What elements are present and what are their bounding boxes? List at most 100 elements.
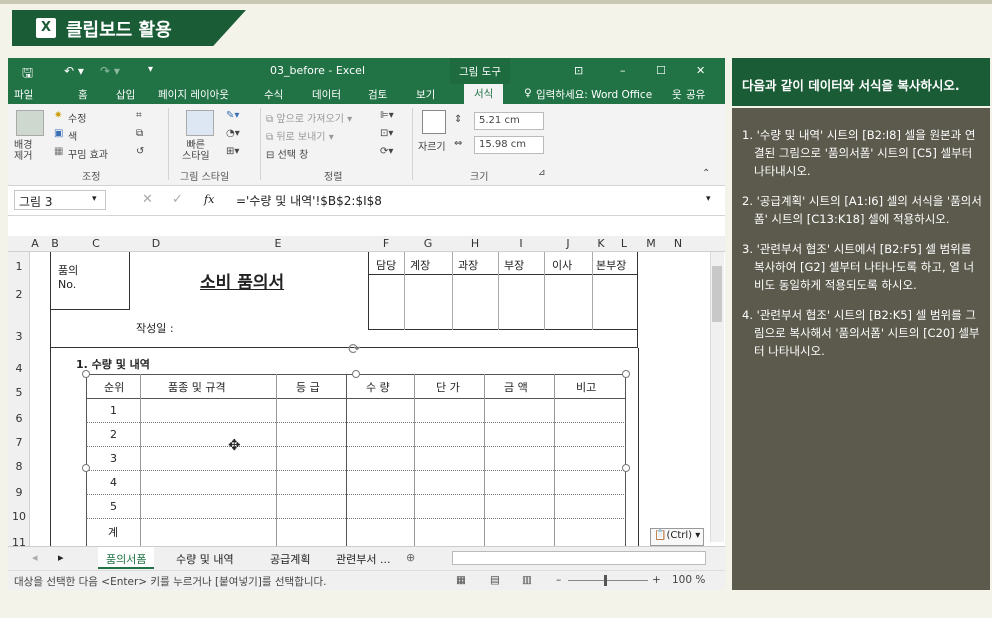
tab-format[interactable]: 서식 (464, 84, 504, 104)
corrections-button[interactable]: 수정 (68, 110, 86, 125)
bring-forward-button[interactable]: ⧉ 앞으로 가져오기 ▾ (266, 110, 352, 125)
minimize-button[interactable]: – (620, 64, 626, 77)
expand-formula-icon[interactable]: ▾ (706, 194, 711, 204)
row-header-5[interactable]: 5 (8, 386, 30, 399)
zoom-slider[interactable] (568, 580, 648, 581)
resize-handle-ml[interactable] (82, 464, 90, 472)
linked-picture[interactable] (86, 374, 626, 552)
sheet-tab-quantity[interactable]: 수량 및 내역 (176, 551, 234, 567)
height-input[interactable]: 5.21 cm (474, 112, 544, 130)
row-header-3[interactable]: 3 (8, 330, 30, 343)
collapse-ribbon-icon[interactable]: ⌃ (702, 168, 710, 179)
qat-customize-icon[interactable]: ▾ (148, 64, 153, 75)
vertical-scroll-thumb[interactable] (712, 266, 722, 322)
resize-handle-tr[interactable] (622, 370, 630, 378)
prev-sheet-icon[interactable]: ◂ (32, 551, 38, 564)
tab-data[interactable]: 데이터 (312, 87, 341, 102)
share-button[interactable]: 공유 (686, 87, 705, 102)
align-icon[interactable]: ⊫▾ (380, 110, 394, 121)
tab-page-layout[interactable]: 페이지 레이아웃 (158, 87, 229, 102)
tab-view[interactable]: 보기 (416, 87, 435, 102)
compress-icon[interactable]: ⌗ (136, 110, 142, 121)
row-header-4[interactable]: 4 (8, 362, 30, 375)
tell-me-box[interactable]: 입력하세요: Word Office (536, 87, 652, 102)
zoom-slider-thumb[interactable] (604, 575, 607, 586)
col-header-a[interactable]: A (30, 237, 40, 250)
col-header-e[interactable]: E (188, 237, 368, 250)
page-layout-view-icon[interactable]: ▤ (490, 574, 500, 586)
sheet-tab-supply[interactable]: 공급계획 (270, 551, 310, 567)
tab-insert[interactable]: 삽입 (116, 87, 135, 102)
row-header-7[interactable]: 7 (8, 436, 30, 449)
row-header-6[interactable]: 6 (8, 412, 30, 425)
add-sheet-icon[interactable]: ⊕ (406, 551, 415, 564)
tab-home[interactable]: 홈 (78, 87, 88, 102)
formula-input[interactable]: ='수량 및 내역'!$B$2:$I$8 (236, 192, 382, 209)
name-box-dropdown-icon[interactable]: ▾ (92, 194, 97, 204)
insert-function-icon[interactable]: fx (204, 193, 214, 206)
reset-picture-icon[interactable]: ↺ (136, 146, 144, 157)
undo-icon[interactable]: ↶ ▾ (64, 64, 84, 78)
enter-icon[interactable]: ✓ (172, 192, 183, 207)
row-header-9[interactable]: 9 (8, 486, 30, 499)
share-icon[interactable]: 웃 (672, 87, 682, 102)
col-header-n[interactable]: N (664, 237, 692, 250)
col-header-g[interactable]: G (404, 237, 452, 250)
normal-view-icon[interactable]: ▦ (456, 574, 466, 586)
resize-handle-mr[interactable] (622, 464, 630, 472)
sheet-area[interactable]: 품의 No. 소비 품의서 작성일 : 담당 계장 과장 부장 이사 본부장 1… (30, 252, 725, 552)
row-header-2[interactable]: 2 (8, 288, 30, 301)
sheet-tab-related[interactable]: 관련부서 ... (336, 551, 390, 567)
col-header-b[interactable]: B (42, 237, 68, 250)
page-break-view-icon[interactable]: ▥ (522, 574, 532, 586)
col-header-c[interactable]: C (68, 237, 124, 250)
picture-layout-icon[interactable]: ⊞▾ (226, 146, 239, 157)
maximize-button[interactable]: ☐ (656, 64, 666, 77)
col-header-h[interactable]: H (452, 237, 498, 250)
zoom-level[interactable]: 100 % (672, 574, 705, 586)
resize-handle-tc[interactable] (352, 370, 360, 378)
remove-background-icon[interactable] (16, 110, 44, 136)
paste-options-button[interactable]: 📋(Ctrl) ▾ (650, 528, 705, 546)
zoom-in-icon[interactable]: + (652, 574, 661, 586)
send-backward-label: 뒤로 보내기 (276, 132, 326, 143)
save-icon[interactable]: 🖫 (22, 64, 33, 86)
col-header-d[interactable]: D (124, 237, 188, 250)
artistic-effects-button[interactable]: 꾸밈 효과 (68, 146, 108, 161)
next-sheet-icon[interactable]: ▸ (58, 551, 64, 564)
cancel-icon[interactable]: ✕ (142, 192, 153, 207)
quick-styles-button[interactable]: 빠른 스타일 (182, 140, 210, 162)
close-button[interactable]: ✕ (696, 64, 705, 77)
col-header-m[interactable]: M (638, 237, 664, 250)
rotate-handle-icon[interactable]: ⟳ (348, 340, 361, 358)
redo-icon[interactable]: ↷ ▾ (100, 64, 120, 78)
sheet-tab-form[interactable]: 품의서폼 (98, 547, 155, 569)
col-header-k[interactable]: K (592, 237, 610, 250)
col-header-l[interactable]: L (610, 237, 638, 250)
tab-review[interactable]: 검토 (368, 87, 387, 102)
tab-formulas[interactable]: 수식 (264, 87, 283, 102)
group-icon[interactable]: ⊡▾ (380, 128, 393, 139)
ribbon-display-icon[interactable]: ⊡ (574, 64, 583, 77)
size-launcher-icon[interactable]: ⊿ (538, 168, 546, 178)
width-input[interactable]: 15.98 cm (474, 136, 544, 154)
resize-handle-tl[interactable] (82, 370, 90, 378)
selection-pane-button[interactable]: ⊟ 선택 창 (266, 146, 308, 161)
crop-button[interactable]: 자르기 (418, 138, 446, 153)
zoom-out-icon[interactable]: – (556, 574, 561, 586)
tab-file[interactable]: 파일 (14, 87, 33, 102)
picture-effects-icon[interactable]: ◔▾ (226, 128, 240, 139)
rotate-icon[interactable]: ⟳▾ (380, 146, 393, 157)
remove-background-button[interactable]: 배경 제거 (14, 140, 32, 162)
col-header-j[interactable]: J (544, 237, 592, 250)
change-picture-icon[interactable]: ⧉ (136, 128, 143, 139)
horizontal-scrollbar[interactable] (452, 551, 706, 565)
col-header-f[interactable]: F (368, 237, 404, 250)
color-button[interactable]: 색 (68, 128, 77, 143)
row-header-1[interactable]: 1 (8, 260, 30, 273)
col-header-i[interactable]: I (498, 237, 544, 250)
picture-border-icon[interactable]: ✎▾ (226, 110, 239, 121)
row-header-10[interactable]: 10 (8, 510, 30, 523)
row-header-8[interactable]: 8 (8, 460, 30, 473)
send-backward-button[interactable]: ⧉ 뒤로 보내기 ▾ (266, 128, 334, 143)
